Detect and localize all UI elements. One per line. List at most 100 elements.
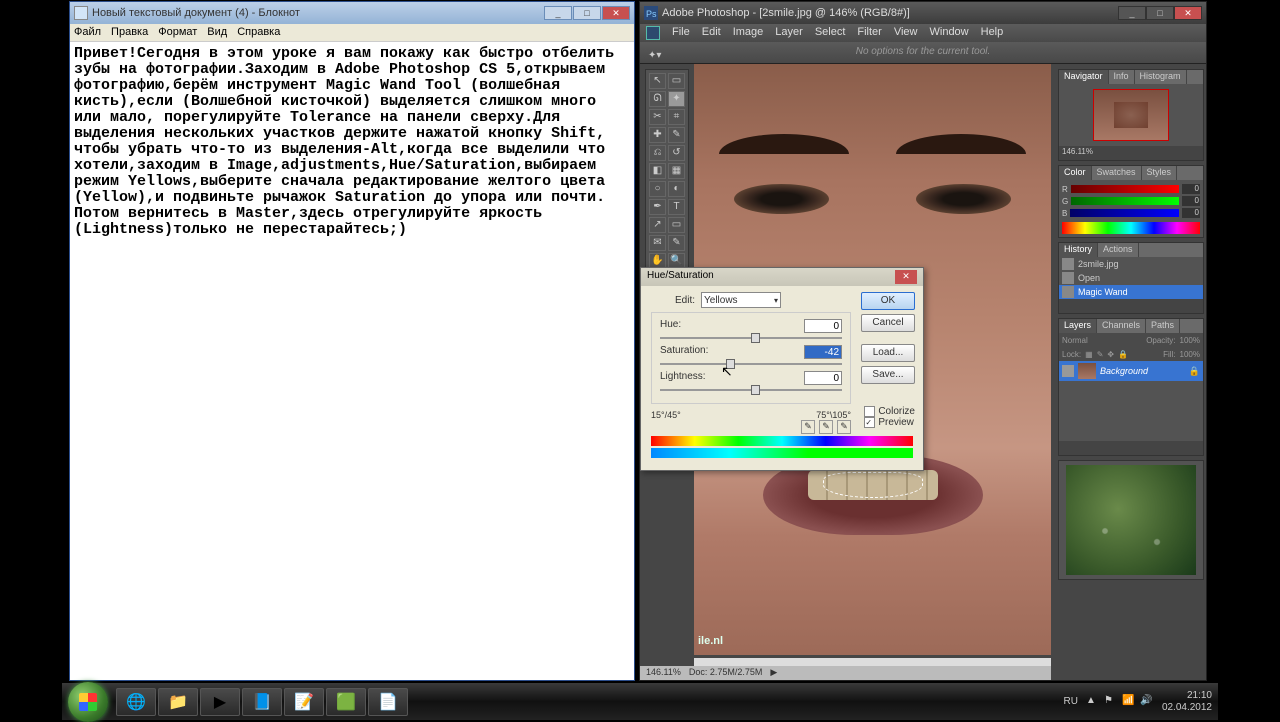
navigator-zoom[interactable]: 146.11%	[1062, 147, 1093, 156]
shape-tool-icon[interactable]: ▭	[668, 217, 685, 233]
taskbar-notepad-icon[interactable]: 📄	[368, 688, 408, 716]
dialog-close-button[interactable]: ✕	[895, 270, 917, 284]
menu-edit[interactable]: Edit	[702, 26, 721, 40]
maximize-button[interactable]: □	[1146, 6, 1174, 20]
crop-tool-icon[interactable]: ✂	[649, 109, 666, 125]
blur-tool-icon[interactable]: ○	[649, 181, 666, 197]
lock-transparent-icon[interactable]: ▦	[1085, 350, 1093, 359]
menu-file[interactable]: Файл	[74, 26, 101, 39]
taskbar-explorer-icon[interactable]: 📁	[158, 688, 198, 716]
taskbar-app2-icon[interactable]: 🟩	[326, 688, 366, 716]
lock-pixels-icon[interactable]: ✎	[1097, 350, 1104, 359]
eyedropper-tool-icon[interactable]: ✎	[668, 235, 685, 251]
gradient-tool-icon[interactable]: ▦	[668, 163, 685, 179]
eyedropper-minus-icon[interactable]: ✎	[837, 420, 851, 434]
tab-swatches[interactable]: Swatches	[1092, 166, 1142, 180]
menu-layer[interactable]: Layer	[775, 26, 803, 40]
notepad-titlebar[interactable]: Новый текстовый документ (4) - Блокнот _…	[70, 2, 634, 24]
navigator-thumbnail[interactable]	[1093, 89, 1169, 141]
color-spectrum[interactable]	[1062, 222, 1200, 234]
menu-help[interactable]: Справка	[237, 26, 280, 39]
marquee-tool-icon[interactable]: ▭	[668, 73, 685, 89]
save-button[interactable]: Save...	[861, 366, 915, 384]
hue-spectrum-bottom[interactable]	[651, 448, 913, 458]
lightness-input[interactable]	[804, 371, 842, 385]
eyedropper-plus-icon[interactable]: ✎	[819, 420, 833, 434]
language-indicator[interactable]: RU	[1063, 696, 1077, 707]
menu-select[interactable]: Select	[815, 26, 846, 40]
notes-tool-icon[interactable]: ✉	[649, 235, 666, 251]
menu-file[interactable]: File	[672, 26, 690, 40]
red-value[interactable]: 0	[1182, 184, 1200, 194]
edit-select[interactable]: Yellows	[701, 292, 781, 308]
layer-background[interactable]: Background 🔒	[1059, 361, 1203, 381]
taskbar-media-icon[interactable]: ▶	[200, 688, 240, 716]
tab-histogram[interactable]: Histogram	[1135, 70, 1187, 84]
tab-styles[interactable]: Styles	[1142, 166, 1178, 180]
stamp-tool-icon[interactable]: ⎌	[649, 145, 666, 161]
tray-network-icon[interactable]: 📶	[1122, 695, 1136, 709]
notepad-text-area[interactable]: Привет!Сегодня в этом уроке я вам покажу…	[70, 42, 634, 242]
history-snapshot[interactable]: 2smile.jpg	[1059, 257, 1203, 271]
close-button[interactable]: ✕	[602, 6, 630, 20]
tab-channels[interactable]: Channels	[1097, 319, 1146, 333]
history-item-open[interactable]: Open	[1059, 271, 1203, 285]
tab-actions[interactable]: Actions	[1098, 243, 1139, 257]
path-tool-icon[interactable]: ↗	[649, 217, 666, 233]
photoshop-ps-icon[interactable]	[646, 26, 660, 40]
tab-layers[interactable]: Layers	[1059, 319, 1097, 333]
heal-tool-icon[interactable]: ✚	[649, 127, 666, 143]
tray-volume-icon[interactable]: 🔊	[1140, 695, 1154, 709]
hue-input[interactable]	[804, 319, 842, 333]
menu-edit[interactable]: Правка	[111, 26, 148, 39]
saturation-input[interactable]	[804, 345, 842, 359]
tray-arrow-icon[interactable]: ▲	[1086, 695, 1100, 709]
minimize-button[interactable]: _	[1118, 6, 1146, 20]
lightness-slider[interactable]	[660, 389, 842, 391]
cancel-button[interactable]: Cancel	[861, 314, 915, 332]
magic-wand-icon[interactable]: ✦▾	[648, 46, 661, 66]
menu-format[interactable]: Формат	[158, 26, 197, 39]
brush-tool-icon[interactable]: ✎	[668, 127, 685, 143]
close-button[interactable]: ✕	[1174, 6, 1202, 20]
green-value[interactable]: 0	[1182, 196, 1200, 206]
move-tool-icon[interactable]: ↖	[649, 73, 666, 89]
dialog-titlebar[interactable]: Hue/Saturation ✕	[641, 268, 923, 286]
ok-button[interactable]: OK	[861, 292, 915, 310]
tab-history[interactable]: History	[1059, 243, 1098, 257]
menu-filter[interactable]: Filter	[857, 26, 881, 40]
menu-view[interactable]: View	[894, 26, 918, 40]
red-slider[interactable]	[1071, 185, 1179, 193]
history-item-magic-wand[interactable]: Magic Wand	[1059, 285, 1203, 299]
blue-slider[interactable]	[1070, 209, 1179, 217]
minimize-button[interactable]: _	[544, 6, 572, 20]
tab-navigator[interactable]: Navigator	[1059, 70, 1109, 84]
magic-wand-tool-icon[interactable]: ✦	[668, 91, 685, 107]
tab-info[interactable]: Info	[1109, 70, 1135, 84]
colorize-checkbox[interactable]	[864, 406, 875, 417]
blend-mode-select[interactable]: Normal	[1062, 336, 1088, 345]
tab-color[interactable]: Color	[1059, 166, 1092, 180]
maximize-button[interactable]: □	[573, 6, 601, 20]
tab-paths[interactable]: Paths	[1146, 319, 1180, 333]
layer-visibility-icon[interactable]	[1062, 365, 1074, 377]
load-button[interactable]: Load...	[861, 344, 915, 362]
pen-tool-icon[interactable]: ✒	[649, 199, 666, 215]
menu-view[interactable]: Вид	[207, 26, 227, 39]
eraser-tool-icon[interactable]: ◧	[649, 163, 666, 179]
history-brush-icon[interactable]: ↺	[668, 145, 685, 161]
blue-value[interactable]: 0	[1182, 208, 1200, 218]
start-button[interactable]	[68, 682, 108, 722]
status-zoom[interactable]: 146.11%	[646, 667, 681, 679]
taskbar-app1-icon[interactable]: 📘	[242, 688, 282, 716]
hue-spectrum-top[interactable]	[651, 436, 913, 446]
fill-value[interactable]: 100%	[1180, 350, 1200, 359]
system-clock[interactable]: 21:10 02.04.2012	[1162, 690, 1212, 714]
dodge-tool-icon[interactable]: ◐	[668, 181, 685, 197]
preview-checkbox[interactable]: ✓	[864, 417, 875, 428]
menu-help[interactable]: Help	[981, 26, 1004, 40]
layer-thumbnail[interactable]	[1078, 363, 1096, 379]
taskbar-ie-icon[interactable]: 🌐	[116, 688, 156, 716]
lock-all-icon[interactable]: 🔒	[1118, 350, 1128, 359]
lock-position-icon[interactable]: ✥	[1107, 350, 1114, 359]
